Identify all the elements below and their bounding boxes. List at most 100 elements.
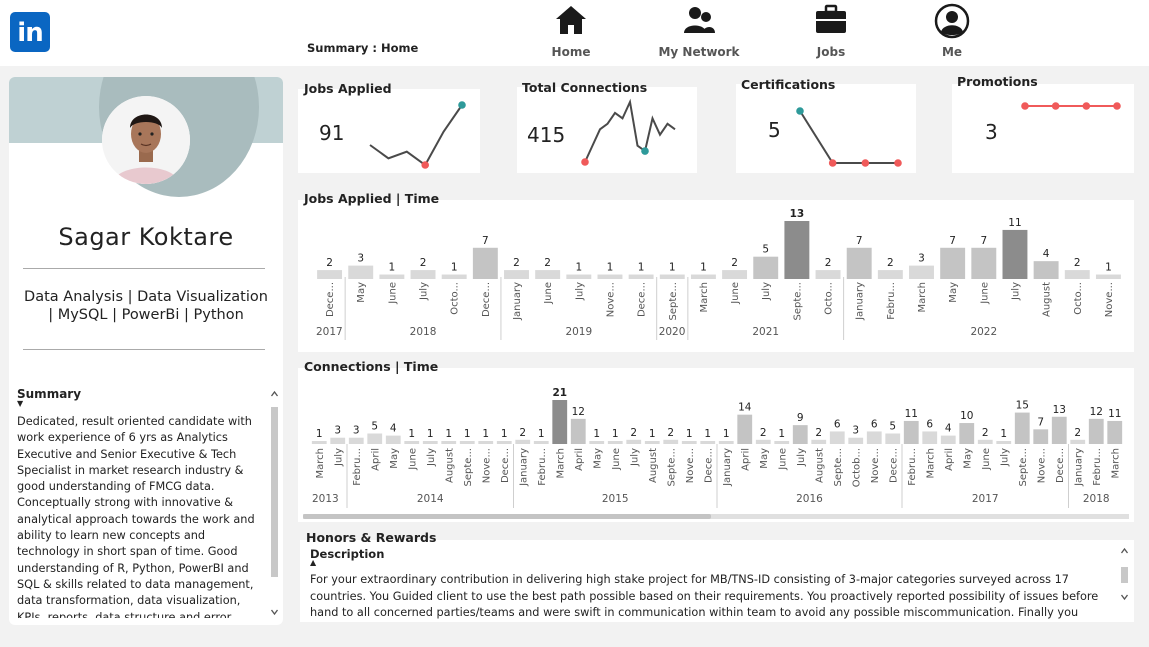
bar[interactable] xyxy=(811,439,827,444)
bar[interactable] xyxy=(848,437,864,444)
bar[interactable] xyxy=(644,441,660,444)
bar[interactable] xyxy=(367,433,383,444)
bar[interactable] xyxy=(1088,418,1104,444)
bar[interactable] xyxy=(1033,429,1049,444)
bar[interactable] xyxy=(792,425,808,444)
bar[interactable] xyxy=(1107,420,1123,444)
bar[interactable] xyxy=(626,439,642,444)
connections-scrollbar[interactable] xyxy=(303,514,1129,519)
bar[interactable] xyxy=(755,439,771,444)
bar[interactable] xyxy=(535,270,561,279)
bar[interactable] xyxy=(589,441,605,444)
bar[interactable] xyxy=(1014,412,1030,444)
honors-scrollbar[interactable] xyxy=(1120,545,1129,607)
year-label: 2017 xyxy=(972,493,999,505)
summary-scroll-thumb[interactable] xyxy=(271,407,278,577)
bar[interactable] xyxy=(385,435,401,444)
bar[interactable] xyxy=(959,423,975,444)
data-label: 2 xyxy=(630,427,637,439)
bar[interactable] xyxy=(628,274,654,279)
bar[interactable] xyxy=(1002,229,1028,279)
bar[interactable] xyxy=(441,274,467,279)
bar[interactable] xyxy=(753,256,779,279)
bar[interactable] xyxy=(422,441,438,444)
bar[interactable] xyxy=(348,265,374,279)
data-label: 1 xyxy=(1000,428,1007,440)
bar[interactable] xyxy=(690,274,716,279)
bar[interactable] xyxy=(566,274,592,279)
bar[interactable] xyxy=(1070,439,1086,444)
bar[interactable] xyxy=(903,420,919,444)
nav-home[interactable]: Home xyxy=(516,0,626,62)
sort-caret-icon[interactable]: ▲ xyxy=(310,558,316,567)
bar[interactable] xyxy=(940,435,956,444)
bar[interactable] xyxy=(977,439,993,444)
nav-jobs[interactable]: Jobs xyxy=(776,0,886,62)
nav-my-network[interactable]: My Network xyxy=(644,0,754,62)
tick-label: Nove... xyxy=(481,448,492,483)
connections-scroll-thumb[interactable] xyxy=(303,514,711,519)
bar[interactable] xyxy=(478,441,494,444)
bar[interactable] xyxy=(1064,270,1090,279)
bar[interactable] xyxy=(404,441,420,444)
nav-home-label: Home xyxy=(551,45,591,59)
bar[interactable] xyxy=(348,437,364,444)
bar[interactable] xyxy=(940,247,966,279)
jobs-applied-time-chart: 2 Dece... 3 May 1 June 2 July 1 Octo... 7 Dece... 2 J… xyxy=(316,208,1121,340)
tick-label: Dece... xyxy=(703,448,714,483)
nav-me[interactable]: Me xyxy=(897,0,1007,62)
network-icon xyxy=(684,7,715,33)
bar[interactable] xyxy=(496,441,512,444)
bar[interactable] xyxy=(815,270,841,279)
summary-scrollbar[interactable] xyxy=(270,387,279,619)
bar[interactable] xyxy=(722,270,748,279)
bar[interactable] xyxy=(846,247,872,279)
bar[interactable] xyxy=(1051,416,1067,444)
honors-column-header[interactable]: Description xyxy=(310,547,384,561)
bar[interactable] xyxy=(472,247,498,279)
bar[interactable] xyxy=(784,221,810,279)
bar[interactable] xyxy=(774,441,790,444)
bar[interactable] xyxy=(311,441,327,444)
bar[interactable] xyxy=(700,441,716,444)
bar[interactable] xyxy=(533,441,549,444)
bar[interactable] xyxy=(885,433,901,444)
tick-label: July xyxy=(999,448,1010,467)
linkedin-logo[interactable]: in xyxy=(10,12,50,52)
bar[interactable] xyxy=(379,274,405,279)
bar[interactable] xyxy=(597,274,623,279)
bar[interactable] xyxy=(971,247,997,279)
sort-caret-icon[interactable]: ▼ xyxy=(17,399,23,408)
kpi-title: Certifications xyxy=(741,77,836,92)
bar[interactable] xyxy=(996,441,1012,444)
bar[interactable] xyxy=(922,431,938,444)
bar[interactable] xyxy=(909,265,934,279)
bar[interactable] xyxy=(570,418,586,444)
tick-label: August xyxy=(814,448,825,483)
bar[interactable] xyxy=(410,270,436,279)
bar[interactable] xyxy=(829,431,845,444)
data-label: 2 xyxy=(825,257,832,269)
bar[interactable] xyxy=(552,400,568,444)
bar[interactable] xyxy=(1033,261,1059,279)
bar[interactable] xyxy=(1095,274,1121,279)
bar[interactable] xyxy=(718,441,734,444)
data-label: 1 xyxy=(700,262,707,274)
bar[interactable] xyxy=(317,270,343,279)
bar[interactable] xyxy=(663,439,679,444)
bar[interactable] xyxy=(330,437,346,444)
bar[interactable] xyxy=(737,414,753,444)
data-label: 5 xyxy=(889,421,896,433)
bar[interactable] xyxy=(441,441,457,444)
bar[interactable] xyxy=(866,431,882,444)
tick-label: May xyxy=(389,448,400,469)
bar[interactable] xyxy=(659,274,685,279)
tick-label: July xyxy=(1010,282,1021,301)
bar[interactable] xyxy=(504,270,529,279)
bar[interactable] xyxy=(459,441,475,444)
bar[interactable] xyxy=(877,270,903,279)
tick-label: May xyxy=(948,282,959,303)
bar[interactable] xyxy=(515,439,531,444)
bar[interactable] xyxy=(607,441,623,444)
bar[interactable] xyxy=(681,441,697,444)
